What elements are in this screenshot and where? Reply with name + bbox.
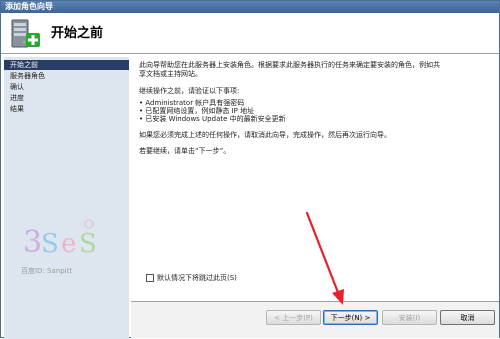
button-bar: < 上一步(P) 下一步(N) > 安装(I) 取消 (131, 301, 499, 338)
step-before-you-begin[interactable]: 开始之前 (4, 60, 129, 70)
watermark-logo-graphic: 3 S e S (23, 219, 97, 260)
back-button[interactable]: < 上一步(P) (266, 310, 321, 325)
window-title: 添加角色向导 (5, 2, 53, 11)
step-server-roles[interactable]: 服务器角色 (4, 71, 129, 81)
bullet-item: • 已安装 Windows Update 中的最新安全更新 (139, 115, 286, 123)
verify-heading: 继续操作之前，请验证以下事项: (139, 87, 240, 95)
baidu-watermark: 3 S e S 百度ID: Sanpitt (19, 212, 109, 282)
step-results[interactable]: 结果 (4, 104, 129, 114)
content-panel: 此向导帮助您在此服务器上安装角色。根据要求此服务器执行的任务来确定要安装的角色，… (139, 57, 494, 302)
continue-instruction: 若要继续，请单击“下一步”。 (139, 147, 231, 155)
watermark-text: 百度ID: Sanpitt (21, 267, 73, 275)
title-bar[interactable]: 添加角色向导 (1, 1, 499, 13)
intro-text-line2: 享文档或主持网站。 (139, 70, 202, 78)
skip-page-checkbox-label[interactable]: 默认情况下将跳过此页(S) (157, 273, 237, 283)
skip-page-checkbox[interactable] (146, 274, 154, 282)
page-title: 开始之前 (51, 26, 104, 41)
bullet-text: 已安装 Windows Update 中的最新安全更新 (145, 115, 286, 123)
svg-text:S: S (41, 229, 59, 259)
wizard-steps-sidebar: 开始之前 服务器角色 确认 进度 结果 3 S e S 百度ID: Sanpit… (4, 57, 129, 339)
svg-text:e: e (61, 229, 76, 259)
add-roles-wizard-window: 添加角色向导 开始之前 开始之前 服务器角色 确认 进度 结果 3 S e S (0, 0, 500, 339)
install-button[interactable]: 安装(I) (382, 310, 437, 325)
step-progress[interactable]: 进度 (4, 93, 129, 103)
cancel-note: 如果您必须完成上述的任何操作，请取消此向导，完成操作，然后再次运行向导。 (139, 131, 391, 139)
bullet-text: Administrator 帐户具有强密码 (145, 99, 245, 107)
intro-text-line1: 此向导帮助您在此服务器上安装角色。根据要求此服务器执行的任务来确定要安装的角色，… (139, 61, 440, 69)
bullet-text: 已配置网络设置，例如静态 IP 地址 (145, 107, 255, 115)
step-confirmation[interactable]: 确认 (4, 82, 129, 92)
svg-text:S: S (79, 229, 97, 259)
svg-text:3: 3 (23, 225, 42, 260)
wizard-header: 开始之前 (1, 13, 499, 54)
next-button[interactable]: 下一步(N) > (323, 310, 378, 325)
cancel-button[interactable]: 取消 (440, 310, 495, 325)
server-roles-icon (11, 19, 40, 48)
